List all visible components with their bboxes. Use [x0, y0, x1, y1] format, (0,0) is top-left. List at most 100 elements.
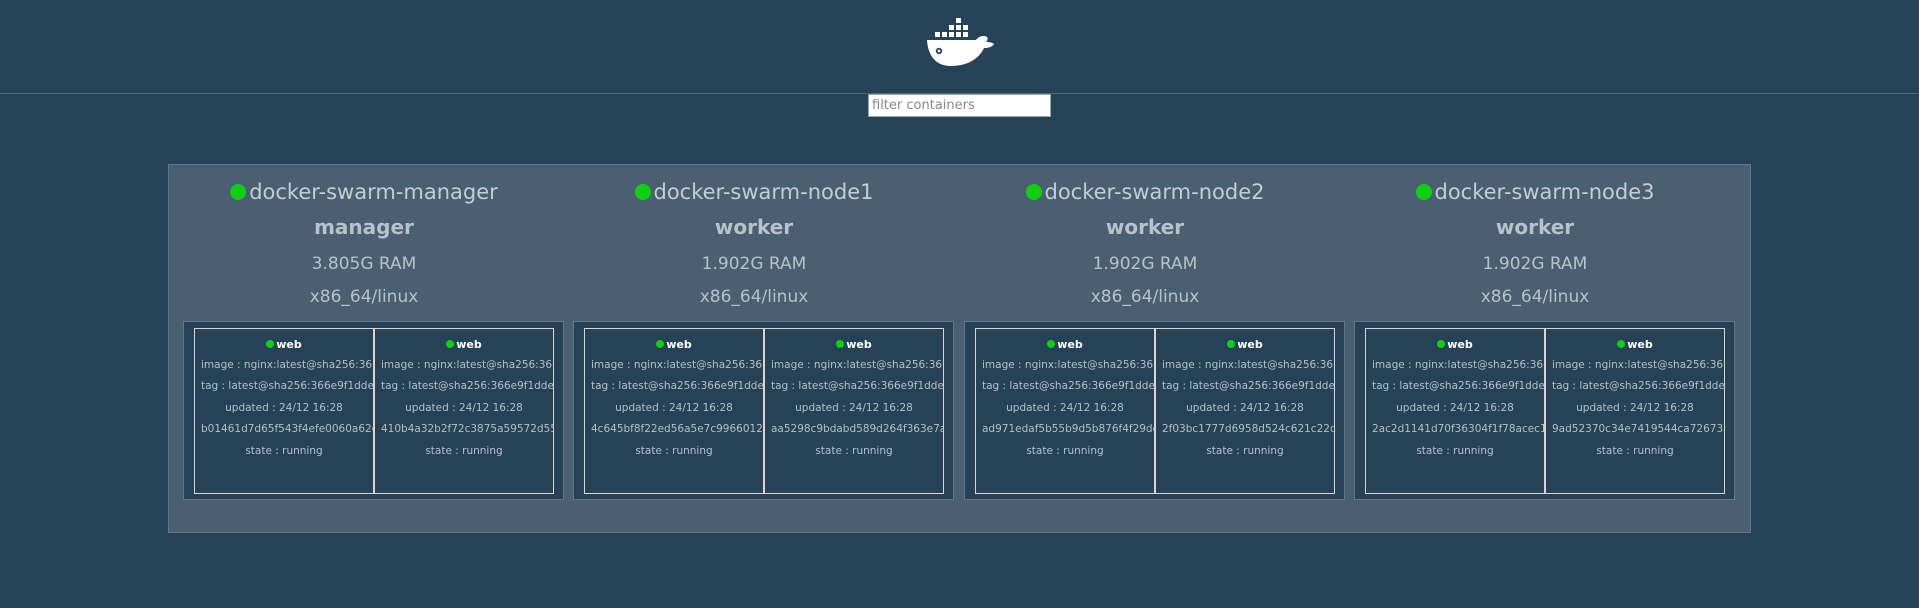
node-name-text: docker-swarm-node3: [1434, 180, 1655, 204]
container-card[interactable]: web image : nginx:latest@sha256:366e9f1d…: [764, 328, 944, 494]
node-card: docker-swarm-node1 worker 1.902G RAM x86…: [559, 165, 954, 534]
container-status-dot: [1617, 340, 1626, 348]
node-arch: x86_64/linux: [1480, 287, 1590, 307]
node-role: manager: [314, 215, 414, 239]
container-status-dot: [1227, 340, 1236, 348]
container-image: image : nginx:latest@sha256:366e9f1ddebd…: [201, 359, 373, 371]
filter-containers-input[interactable]: [868, 94, 1051, 117]
swarm-panel: docker-swarm-manager manager 3.805G RAM …: [168, 164, 1751, 533]
container-name: web: [765, 338, 943, 351]
container-id: 9ad52370c34e7419544ca72673a8: [1552, 423, 1725, 435]
container-tag: tag : latest@sha256:366e9f1ddebdb844044c…: [982, 380, 1155, 392]
container-image: image : nginx:latest@sha256:366e9f1ddebd…: [591, 359, 763, 371]
container-state: state : running: [425, 445, 503, 457]
node-name: docker-swarm-manager: [169, 180, 559, 204]
node-role: worker: [1495, 215, 1575, 239]
container-status-dot: [836, 340, 845, 348]
container-name-text: web: [456, 338, 482, 351]
container-tag: tag : latest@sha256:366e9f1ddebdb844044c…: [591, 380, 764, 392]
node-name: docker-swarm-node1: [559, 180, 949, 204]
node-name-text: docker-swarm-node1: [653, 180, 874, 204]
node-arch: x86_64/linux: [699, 287, 809, 307]
container-status-dot: [656, 340, 665, 348]
container-state: state : running: [815, 445, 893, 457]
node-role: worker: [1105, 215, 1185, 239]
container-id: b01461d7d65f543f4efe0060a62e0: [201, 423, 374, 435]
container-name: web: [195, 338, 373, 351]
node-name: docker-swarm-node3: [1340, 180, 1730, 204]
container-name-text: web: [276, 338, 302, 351]
node-status-dot: [230, 184, 247, 200]
container-image: image : nginx:latest@sha256:366e9f1ddebd…: [982, 359, 1154, 371]
container-id: 410b4a32b2f72c3875a59572d559: [381, 423, 554, 435]
container-card[interactable]: web image : nginx:latest@sha256:366e9f1d…: [584, 328, 764, 494]
container-tag: tag : latest@sha256:366e9f1ddebdb844044c…: [381, 380, 554, 392]
container-state: state : running: [635, 445, 713, 457]
container-id: ad971edaf5b55b9d5b876f4f29ded: [982, 423, 1155, 435]
container-status-dot: [266, 340, 275, 348]
container-updated: updated : 24/12 16:28: [795, 402, 913, 414]
container-image: image : nginx:latest@sha256:366e9f1ddebd…: [1372, 359, 1544, 371]
container-state: state : running: [245, 445, 323, 457]
node-card: docker-swarm-manager manager 3.805G RAM …: [169, 165, 564, 534]
container-name: web: [976, 338, 1154, 351]
container-name-text: web: [1447, 338, 1473, 351]
node-ram: 1.902G RAM: [701, 254, 807, 274]
container-name-text: web: [1237, 338, 1263, 351]
container-card[interactable]: web image : nginx:latest@sha256:366e9f1d…: [194, 328, 374, 494]
container-state: state : running: [1416, 445, 1494, 457]
container-updated: updated : 24/12 16:28: [1186, 402, 1304, 414]
container-tag: tag : latest@sha256:366e9f1ddebdb844044c…: [1162, 380, 1335, 392]
container-id: 2f03bc1777d6958d524c621c22dd: [1162, 423, 1335, 435]
header: [0, 0, 1919, 94]
container-name-text: web: [666, 338, 692, 351]
container-tag: tag : latest@sha256:366e9f1ddebdb844044c…: [1552, 380, 1725, 392]
container-name-text: web: [1627, 338, 1653, 351]
container-state: state : running: [1026, 445, 1104, 457]
node-status-dot: [634, 184, 651, 200]
container-card[interactable]: web image : nginx:latest@sha256:366e9f1d…: [1365, 328, 1545, 494]
container-updated: updated : 24/12 16:28: [1396, 402, 1514, 414]
container-list: web image : nginx:latest@sha256:366e9f1d…: [573, 321, 954, 500]
container-tag: tag : latest@sha256:366e9f1ddebdb844044c…: [201, 380, 374, 392]
node-card: docker-swarm-node2 worker 1.902G RAM x86…: [950, 165, 1345, 534]
container-list: web image : nginx:latest@sha256:366e9f1d…: [1354, 321, 1735, 500]
node-status-dot: [1025, 184, 1042, 200]
node-role: worker: [714, 215, 794, 239]
container-status-dot: [1047, 340, 1056, 348]
container-updated: updated : 24/12 16:28: [1006, 402, 1124, 414]
node-arch: x86_64/linux: [1090, 287, 1200, 307]
docker-whale-icon: [927, 18, 994, 66]
container-id: aa5298c9bdabd589d264f363e7a2: [771, 423, 944, 435]
node-ram: 1.902G RAM: [1092, 254, 1198, 274]
container-list: web image : nginx:latest@sha256:366e9f1d…: [183, 321, 564, 500]
node-name-text: docker-swarm-node2: [1044, 180, 1265, 204]
container-card[interactable]: web image : nginx:latest@sha256:366e9f1d…: [1545, 328, 1725, 494]
container-updated: updated : 24/12 16:28: [405, 402, 523, 414]
container-image: image : nginx:latest@sha256:366e9f1ddebd…: [381, 359, 553, 371]
container-tag: tag : latest@sha256:366e9f1ddebdb844044c…: [1372, 380, 1545, 392]
container-status-dot: [446, 340, 455, 348]
container-id: 4c645bf8f22ed56a5e7c9966012ad: [591, 423, 764, 435]
container-id: 2ac2d1141d70f36304f1f78acec110: [1372, 423, 1545, 435]
container-tag: tag : latest@sha256:366e9f1ddebdb844044c…: [771, 380, 944, 392]
container-name-text: web: [846, 338, 872, 351]
container-state: state : running: [1596, 445, 1674, 457]
container-status-dot: [1437, 340, 1446, 348]
node-status-dot: [1415, 184, 1432, 200]
container-updated: updated : 24/12 16:28: [615, 402, 733, 414]
node-ram: 3.805G RAM: [311, 254, 417, 274]
container-image: image : nginx:latest@sha256:366e9f1ddebd…: [771, 359, 943, 371]
container-card[interactable]: web image : nginx:latest@sha256:366e9f1d…: [1155, 328, 1335, 494]
container-card[interactable]: web image : nginx:latest@sha256:366e9f1d…: [374, 328, 554, 494]
container-image: image : nginx:latest@sha256:366e9f1ddebd…: [1552, 359, 1724, 371]
container-card[interactable]: web image : nginx:latest@sha256:366e9f1d…: [975, 328, 1155, 494]
node-name-text: docker-swarm-manager: [249, 180, 498, 204]
node-ram: 1.902G RAM: [1482, 254, 1588, 274]
node-name: docker-swarm-node2: [950, 180, 1340, 204]
node-card: docker-swarm-node3 worker 1.902G RAM x86…: [1340, 165, 1735, 534]
node-arch: x86_64/linux: [309, 287, 419, 307]
container-state: state : running: [1206, 445, 1284, 457]
container-name: web: [1546, 338, 1724, 351]
container-updated: updated : 24/12 16:28: [225, 402, 343, 414]
